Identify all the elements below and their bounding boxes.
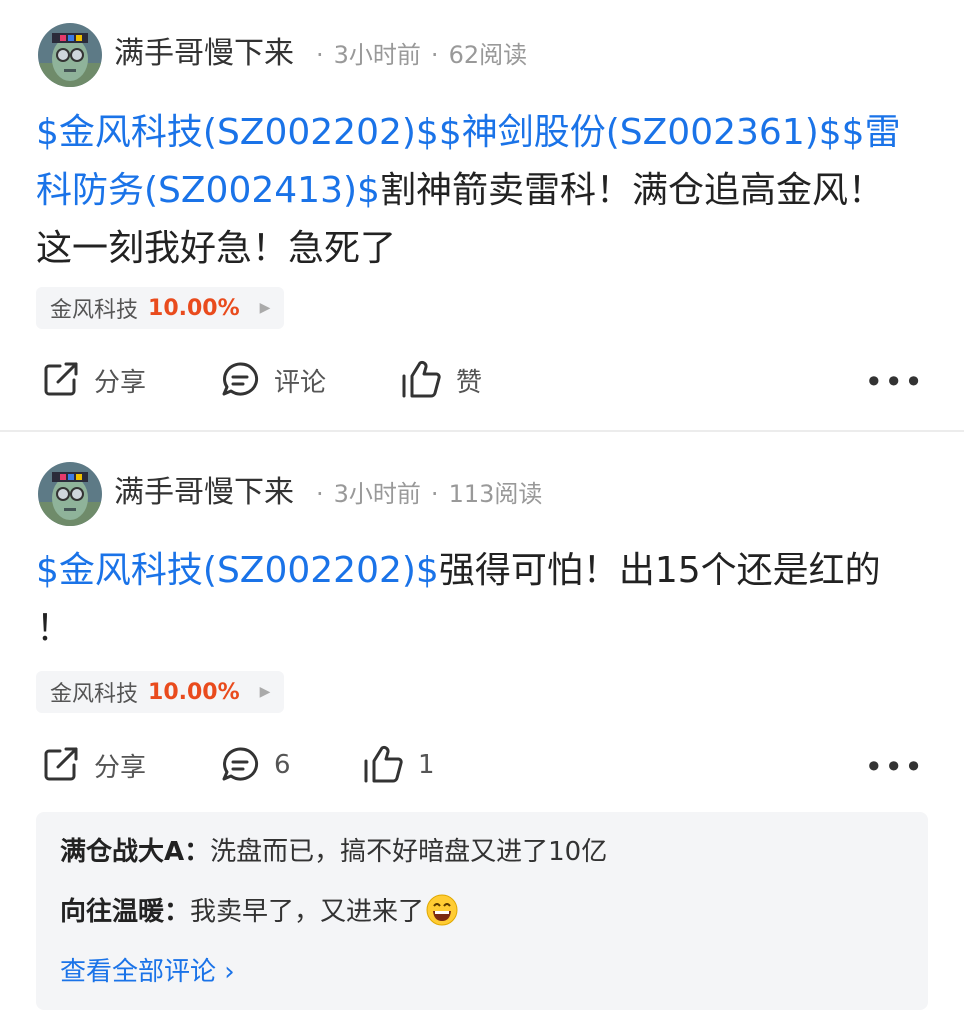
comment-icon [222,747,259,781]
stock-chip[interactable]: 金风科技 10.00% ▶ [36,671,285,713]
comment-label: 评论 [274,367,327,398]
comment-text: 我卖早了，又进来了 [190,897,425,927]
post-meta: · 3小时前 · 113阅读 [306,474,542,514]
comment-preview-box[interactable]: 满仓战大A：洗盘而已，搞不好暗盘又进了10亿 向往温暖：我卖早了，又进来了 查看… [36,812,928,1010]
like-label: 赞 [456,367,483,398]
share-button[interactable]: 分享 [40,745,146,785]
chip-change: 10.00% [148,295,240,321]
post-divider [0,430,964,432]
view-all-comments-link[interactable]: 查看全部评论 › [60,954,235,990]
post-content[interactable]: $金风科技(SZ002202)$强得可怕！出15个还是红的 ！ [36,542,926,658]
share-label: 分享 [94,752,147,783]
grinning-emoji-icon [426,894,458,926]
share-label: 分享 [94,367,147,398]
content-line: ！ [36,600,926,658]
comment-row[interactable]: 向往温暖：我卖早了，又进来了 [60,894,458,930]
meta-dot: · [316,480,324,508]
thumbs-up-icon [364,745,403,783]
post-content[interactable]: $金风科技(SZ002202)$$神剑股份(SZ002361)$$雷 科防务(S… [36,104,926,278]
content-line: 科防务(SZ002413)$割神箭卖雷科！满仓追高金风！ [36,162,926,220]
like-button[interactable]: 赞 [400,360,482,400]
post-time: 3小时前 [333,480,421,508]
share-button[interactable]: 分享 [40,360,146,400]
meta-dot: · [430,41,439,69]
share-icon [44,747,78,781]
comment-icon [222,362,259,396]
more-options-icon[interactable]: ••• [864,366,924,398]
content-line: $金风科技(SZ002202)$强得可怕！出15个还是红的 [36,542,926,600]
post-text: 强得可怕！出15个还是红的 [438,550,881,591]
post-text: ！ [36,608,73,649]
more-options-icon[interactable]: ••• [864,751,924,783]
author-name[interactable]: 满手哥慢下来 [114,473,294,513]
chip-stock-name: 金风科技 [50,682,139,707]
share-icon [44,362,78,396]
content-line: 这一刻我好急！急死了 [36,220,926,278]
chip-change: 10.00% [148,679,240,705]
comment-separator: ： [184,837,211,867]
post-time: 3小时前 [333,41,421,69]
stock-chip[interactable]: 金风科技 10.00% ▶ [36,287,285,329]
comment-row[interactable]: 满仓战大A：洗盘而已，搞不好暗盘又进了10亿 [60,834,607,870]
like-count: 1 [418,750,435,780]
comment-button[interactable]: 评论 [220,360,326,400]
comment-username[interactable]: 向往温暖 [60,897,164,927]
chip-stock-name: 金风科技 [50,298,139,323]
comment-separator: ： [164,897,191,927]
comment-username[interactable]: 满仓战大A [60,837,184,867]
read-count: 113阅读 [448,480,543,508]
thumbs-up-icon [402,360,441,398]
post-text: 这一刻我好急！急死了 [36,228,397,269]
author-name[interactable]: 满手哥慢下来 [114,34,294,74]
meta-dot: · [430,480,439,508]
avatar[interactable] [38,23,102,87]
content-line: $金风科技(SZ002202)$$神剑股份(SZ002361)$$雷 [36,104,926,162]
read-count: 62阅读 [448,41,528,69]
avatar[interactable] [38,462,102,526]
stock-link[interactable]: $金风科技(SZ002202)$ [36,550,439,591]
post-text: 割神箭卖雷科！满仓追高金风！ [379,170,884,211]
post-meta: · 3小时前 · 62阅读 [306,35,527,75]
meta-dot: · [316,41,324,69]
comment-count: 6 [274,750,291,780]
stock-link[interactable]: $金风科技(SZ002202)$$神剑股份(SZ002361)$$雷 [36,112,901,153]
chip-arrow-icon: ▶ [259,684,271,700]
chip-arrow-icon: ▶ [259,300,271,316]
comment-text: 洗盘而已，搞不好暗盘又进了10亿 [210,837,608,867]
comment-button[interactable]: 6 [220,745,291,785]
stock-link[interactable]: 科防务(SZ002413)$ [36,170,380,211]
like-button[interactable]: 1 [362,745,435,785]
